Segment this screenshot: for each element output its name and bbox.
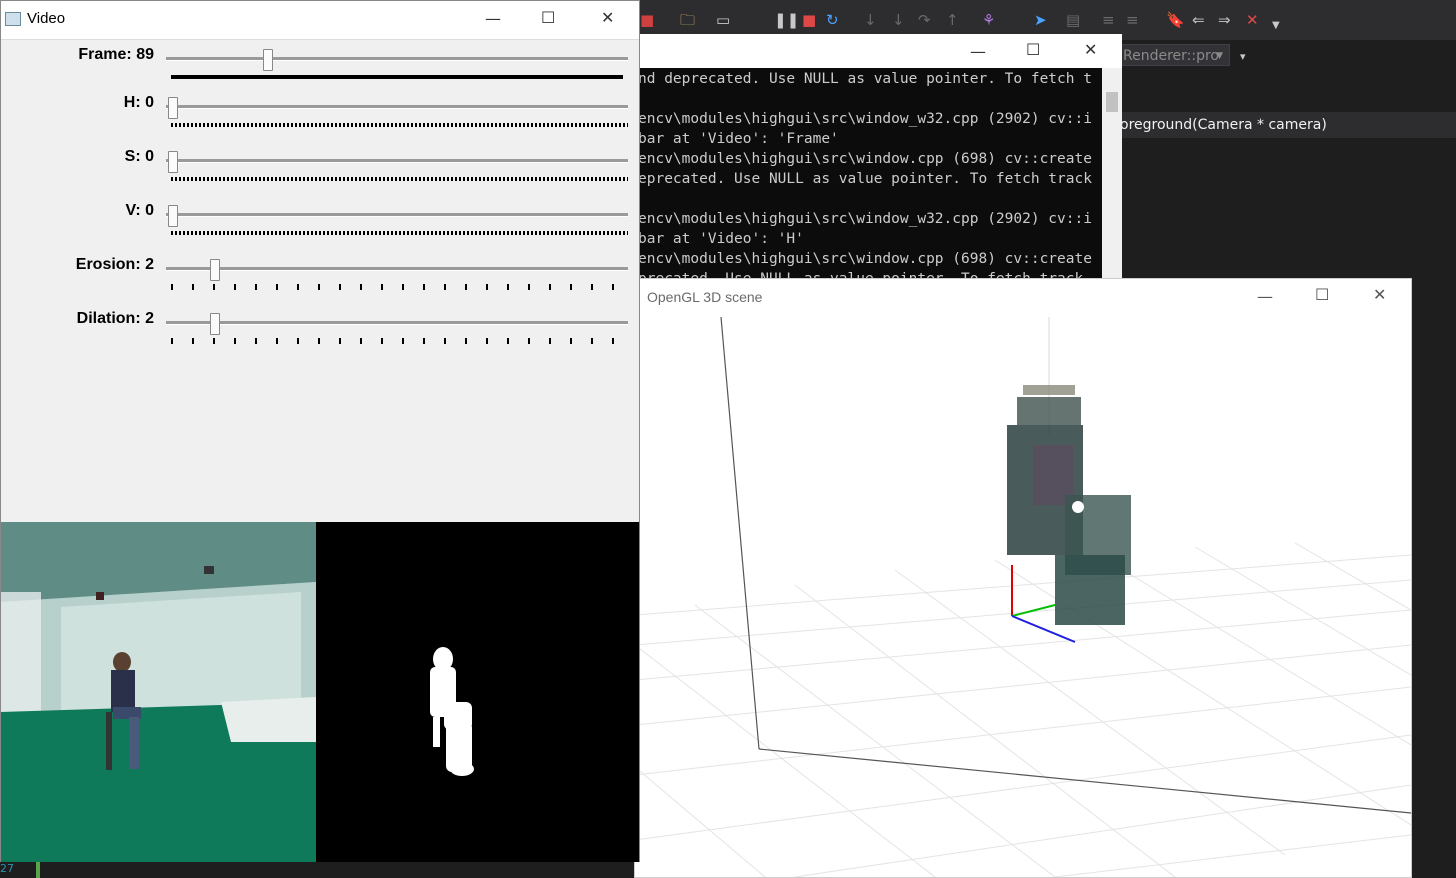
trackbar-thumb-frame[interactable] (263, 49, 273, 71)
trackbar-thumb-v[interactable] (168, 205, 178, 227)
window-title: Video (27, 10, 66, 27)
console-window: — ☐ ✕ nd deprecated. Use NULL as value p… (640, 34, 1122, 279)
console-line: eprecated. Use NULL as value pointer. To… (640, 171, 1092, 187)
pointer-icon[interactable]: ➤ (1034, 12, 1047, 28)
dropdown-chevron-icon[interactable]: ▾ (1240, 50, 1246, 63)
maximize-icon[interactable]: ☐ (541, 10, 555, 26)
trackbar-label-v: V: 0 (125, 202, 154, 219)
console-output[interactable]: nd deprecated. Use NULL as value pointer… (640, 68, 1102, 279)
app-icon (5, 12, 21, 26)
overflow-chevron-icon[interactable]: ▼ (1272, 18, 1280, 34)
close-icon[interactable]: ✕ (1084, 42, 1097, 58)
video-titlebar: Video — ☐ ✕ (1, 1, 639, 40)
trackbar-ticks-frame (171, 75, 623, 79)
comment-icon[interactable]: ≡ (1102, 12, 1115, 28)
trackbar-v[interactable] (166, 213, 628, 217)
redo-icon[interactable]: ↷ (918, 12, 931, 28)
minimize-icon[interactable]: — (970, 44, 986, 60)
bookmark-icon[interactable]: 🔖 (1166, 12, 1185, 28)
pause-icon[interactable]: ❚❚ (774, 12, 799, 28)
minimize-icon[interactable]: — (1257, 289, 1273, 305)
step-into-icon[interactable]: ↓ (864, 12, 877, 28)
video-window[interactable]: Video — ☐ ✕ Frame: 89 H: 0 S: 0 V: 0 Ero… (0, 0, 640, 862)
stop-icon[interactable]: ■ (802, 12, 816, 28)
scrollbar-thumb[interactable] (1106, 92, 1118, 112)
console-scrollbar[interactable] (1102, 68, 1122, 279)
function-signature-text: oreground(Camera * camera) (1120, 117, 1327, 133)
minimize-icon[interactable]: — (485, 11, 501, 27)
console-line: bar at 'Video': 'Frame' (640, 131, 839, 147)
solution-config-dropdown[interactable]: Renderer::pro ▼ (1118, 44, 1230, 66)
window-title: OpenGL 3D scene (647, 289, 763, 305)
console-titlebar: — ☐ ✕ (640, 34, 1122, 68)
trackbar-frame[interactable] (166, 57, 628, 61)
opengl-window[interactable]: OpenGL 3D scene — ☐ ✕ (634, 278, 1412, 878)
trackbar-h[interactable] (166, 105, 628, 109)
editor-margin: 27 (0, 860, 640, 878)
console-line: encv\modules\highgui\src\window_w32.cpp … (640, 111, 1092, 127)
restart-icon[interactable]: ↻ (826, 12, 839, 28)
trackbar-label-frame: Frame: 89 (78, 46, 154, 63)
console-line: encv\modules\highgui\src\window_w32.cpp … (640, 211, 1092, 227)
maximize-icon[interactable]: ☐ (1026, 42, 1040, 58)
stop-debug-icon[interactable]: ■ (640, 12, 654, 28)
floor-grid (635, 542, 1411, 877)
trackbar-ticks-dilation (171, 338, 628, 344)
console-line: bar at 'Video': 'H' (640, 231, 804, 247)
line-number: 27 (0, 862, 14, 875)
trackbar-erosion[interactable] (166, 267, 628, 271)
trackbar-label-s: S: 0 (124, 148, 154, 165)
silhouette-mask (430, 647, 474, 776)
chevron-down-icon: ▼ (1216, 51, 1223, 61)
step-over-icon[interactable]: ↓ (892, 12, 905, 28)
trackbar-thumb-erosion[interactable] (210, 259, 220, 281)
step-out-icon[interactable]: ↑ (946, 12, 959, 28)
trackbar-ticks-s (171, 177, 628, 181)
console-line: nd deprecated. Use NULL as value pointer… (640, 71, 1092, 87)
bookmark-clear-icon[interactable]: ✕ (1246, 12, 1259, 28)
close-icon[interactable]: ✕ (601, 10, 614, 26)
trackbar-ticks-h (171, 123, 628, 127)
bookmark-next-icon[interactable]: ⇒ (1218, 12, 1231, 28)
foreground-mask-image (316, 522, 639, 862)
bookmark-prev-icon[interactable]: ⇐ (1192, 12, 1205, 28)
maximize-icon[interactable]: ☐ (1315, 287, 1329, 303)
trackbar-thumb-s[interactable] (168, 151, 178, 173)
window-layout-icon[interactable]: ▭ (716, 12, 730, 28)
trackbar-label-erosion: Erosion: 2 (75, 256, 154, 273)
console-line: encv\modules\highgui\src\window.cpp (698… (640, 151, 1092, 167)
trackbar-thumb-h[interactable] (168, 97, 178, 119)
format-icon[interactable]: ▤ (1066, 12, 1080, 28)
console-line: encv\modules\highgui\src\window.cpp (698… (640, 251, 1092, 267)
uncomment-icon[interactable]: ≡ (1126, 12, 1139, 28)
trackbar-s[interactable] (166, 159, 628, 163)
camera-frame-image (1, 522, 316, 862)
change-marker (36, 860, 40, 878)
trackbar-ticks-erosion (171, 284, 628, 290)
trackbar-label-dilation: Dilation: 2 (76, 310, 154, 327)
solution-config-value: Renderer::pro (1123, 48, 1219, 64)
trackbar-dilation[interactable] (166, 321, 628, 325)
3d-scene-canvas[interactable] (635, 315, 1411, 877)
function-signature-bar[interactable]: oreground(Camera * camera) (1118, 112, 1456, 138)
point-cloud-person (1007, 385, 1131, 625)
close-icon[interactable]: ✕ (1373, 287, 1386, 303)
trackbar-label-h: H: 0 (123, 94, 154, 111)
trackbar-thumb-dilation[interactable] (210, 313, 220, 335)
folder-icon[interactable]: 🗀 (680, 12, 695, 28)
diagnostics-icon[interactable]: ⚘ (982, 12, 995, 28)
trackbar-ticks-v (171, 231, 628, 235)
